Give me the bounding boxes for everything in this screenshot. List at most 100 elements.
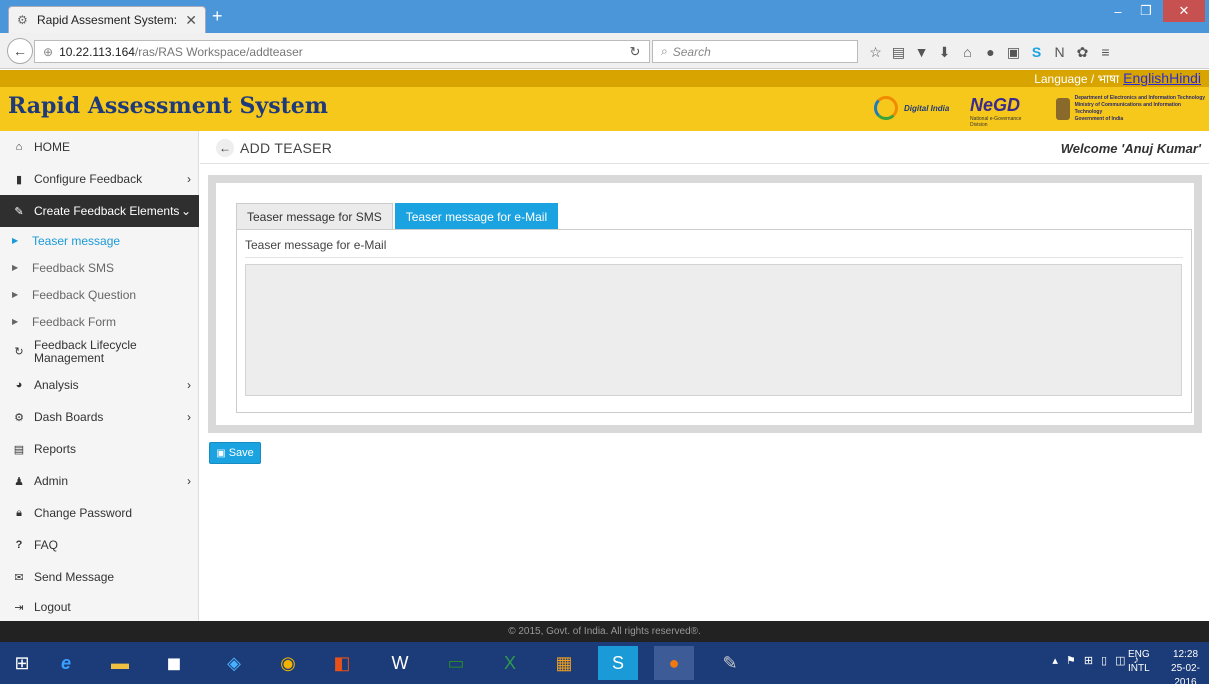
sidebar-subitem-feedback-question[interactable]: ▶ Feedback Question — [0, 281, 199, 308]
teaser-email-textarea[interactable] — [245, 264, 1182, 396]
store-icon[interactable]: ◼ — [154, 646, 194, 680]
windows-start-icon[interactable]: ⊞ — [2, 646, 42, 680]
word-icon[interactable]: W — [380, 646, 420, 680]
chevron-right-icon: › — [187, 172, 191, 186]
reload-icon[interactable]: ↻ — [620, 40, 650, 63]
file-explorer-icon[interactable]: ▬ — [100, 646, 140, 680]
windows-taskbar: ⊞ e ▬ ◼ ◈ ◉ ◧ W ▭ X ▦ S ● ✎ ▴ ⚑ ⊞ ▯ ◫ ♪ … — [0, 642, 1209, 684]
minimize-window-button[interactable]: – — [1105, 0, 1131, 22]
sidebar-item-configure-feedback[interactable]: ▮ Configure Feedback › — [0, 163, 199, 195]
browser-tab[interactable]: ⚙ Rapid Assesment System: ... ✕ — [8, 6, 206, 33]
page-back-button[interactable]: ← — [216, 139, 234, 157]
tray-chevron-icon[interactable]: ▴ — [1052, 654, 1058, 667]
teaser-tabs: Teaser message for SMS Teaser message fo… — [236, 203, 560, 229]
browser-toolbar: ☆ ▤ ▼ ⬇ ⌂ ● ▣ S N ✿ ≡ — [864, 43, 1117, 61]
reading-list-icon[interactable]: ▤ — [887, 43, 910, 61]
sidebar-item-logout[interactable]: ⇥ Logout — [0, 593, 199, 621]
excel-icon[interactable]: X — [490, 646, 530, 680]
page-header: ← ADD TEASER Welcome 'Anuj Kumar' — [200, 131, 1209, 164]
browser-tab-title: Rapid Assesment System: ... — [37, 13, 182, 27]
digital-india-logo: Digital India — [874, 93, 950, 123]
addon-icon[interactable]: ✿ — [1071, 43, 1094, 61]
battery-icon[interactable]: ▯ — [1101, 654, 1107, 667]
tab-teaser-sms[interactable]: Teaser message for SMS — [236, 203, 393, 229]
logout-icon: ⇥ — [14, 601, 24, 614]
caret-right-icon: ▶ — [12, 290, 19, 299]
apps-icon[interactable]: ▦ — [544, 646, 584, 680]
office-icon[interactable]: ◧ — [322, 646, 362, 680]
chrome-icon[interactable]: ◉ — [268, 646, 308, 680]
sidebar-item-send-message[interactable]: ✉ Send Message — [0, 561, 199, 593]
flag-icon[interactable]: ⚑ — [1066, 654, 1076, 667]
skype-taskbar-icon[interactable]: S — [598, 646, 638, 680]
firefox-icon[interactable]: ● — [654, 646, 694, 680]
bookmark-star-icon[interactable]: ☆ — [864, 43, 887, 61]
internet-explorer-icon[interactable]: e — [46, 646, 86, 680]
save-button[interactable]: ▣ Save — [209, 442, 261, 464]
sidebar-subitem-feedback-sms[interactable]: ▶ Feedback SMS — [0, 254, 199, 281]
url-path: /ras/RAS Workspace/addteaser — [134, 44, 303, 59]
deity-logo: Department of Electronics and Informatio… — [1056, 95, 1206, 122]
page-title: ADD TEASER — [240, 140, 333, 156]
lang-english-link[interactable]: English — [1123, 70, 1169, 86]
report-icon: ▤ — [13, 443, 25, 456]
teaser-email-label: Teaser message for e-Mail — [245, 238, 387, 252]
national-emblem-icon — [1056, 98, 1070, 120]
extension-icon[interactable]: N — [1048, 43, 1071, 61]
page-favicon-icon: ⚙ — [17, 13, 28, 27]
network-icon[interactable]: ◫ — [1115, 654, 1125, 667]
sidebar-item-admin[interactable]: ♟ Admin › — [0, 465, 199, 497]
sidebar-item-lifecycle[interactable]: ↻ Feedback Lifecycle Management — [0, 335, 199, 369]
home-icon[interactable]: ⌂ — [956, 43, 979, 61]
sidebar-item-change-password[interactable]: 🔒︎ Change Password — [0, 497, 199, 529]
chat-icon[interactable]: ● — [979, 43, 1002, 61]
skype-icon[interactable]: S — [1025, 43, 1048, 61]
sidebar-item-analysis[interactable]: ◕ Analysis › — [0, 369, 199, 401]
site-footer: © 2015, Govt. of India. All rights reser… — [0, 621, 1209, 642]
tab-teaser-email[interactable]: Teaser message for e-Mail — [394, 203, 559, 229]
system-tray: ▴ ⚑ ⊞ ▯ ◫ ♪ — [1052, 654, 1139, 667]
question-icon: ? — [15, 539, 23, 551]
system-clock[interactable]: 12:28 25-02-2016 — [1162, 648, 1209, 684]
pencil-icon: ✎ — [14, 205, 24, 218]
download-icon[interactable]: ⬇ — [933, 43, 956, 61]
screenshot-icon[interactable]: ▣ — [1002, 43, 1025, 61]
tray-windows-icon[interactable]: ⊞ — [1084, 654, 1093, 667]
close-tab-icon[interactable]: ✕ — [185, 12, 197, 29]
close-window-button[interactable]: ✕ — [1163, 0, 1205, 22]
input-language[interactable]: ENG INTL — [1128, 648, 1150, 676]
globe-icon: ⊕ — [43, 44, 54, 59]
caret-right-icon: ▶ — [12, 263, 19, 272]
caret-right-icon: ▶ — [12, 236, 19, 245]
digital-india-emblem-icon — [874, 96, 898, 120]
menu-icon[interactable]: ≡ — [1094, 43, 1117, 61]
lang-hindi-link[interactable]: Hindi — [1169, 70, 1201, 86]
terminal-icon[interactable]: ▭ — [436, 646, 476, 680]
new-tab-button[interactable]: + — [212, 6, 223, 27]
sidebar-subitem-teaser-message[interactable]: ▶ Teaser message — [0, 227, 199, 254]
maximize-window-button[interactable]: ❐ — [1133, 0, 1159, 22]
chevron-right-icon: › — [187, 474, 191, 488]
paint-icon[interactable]: ✎ — [710, 646, 750, 680]
app-icon[interactable]: ◈ — [214, 646, 254, 680]
sidebar-item-reports[interactable]: ▤ Reports — [0, 433, 199, 465]
lock-icon: 🔒︎ — [16, 506, 22, 519]
browser-back-button[interactable]: ← — [7, 38, 33, 64]
address-bar[interactable]: ⊕ 10.22.113.164/ras/RAS Workspace/addtea… — [34, 40, 650, 63]
welcome-text: Welcome 'Anuj Kumar' — [1060, 141, 1201, 156]
sidebar-item-dashboards[interactable]: ⚙ Dash Boards › — [0, 401, 199, 433]
sidebar-item-create-feedback-elements[interactable]: ✎ Create Feedback Elements ⌄ — [0, 195, 199, 227]
browser-search-input[interactable]: ⌕ Search — [652, 40, 858, 63]
file-icon: ▮ — [15, 173, 23, 186]
envelope-icon: ✉ — [14, 571, 24, 584]
language-bar: Language / भाषा English Hindi — [0, 70, 1209, 87]
sidebar-item-home[interactable]: ⌂ HOME — [0, 131, 199, 163]
divider — [245, 257, 1183, 258]
sidebar-subitem-feedback-form[interactable]: ▶ Feedback Form — [0, 308, 199, 335]
pocket-icon[interactable]: ▼ — [910, 43, 933, 61]
home-icon: ⌂ — [15, 141, 23, 153]
save-icon: ▣ — [216, 447, 226, 459]
teaser-panel: Teaser message for SMS Teaser message fo… — [208, 175, 1202, 433]
sidebar-item-faq[interactable]: ? FAQ — [0, 529, 199, 561]
chevron-right-icon: › — [187, 410, 191, 424]
